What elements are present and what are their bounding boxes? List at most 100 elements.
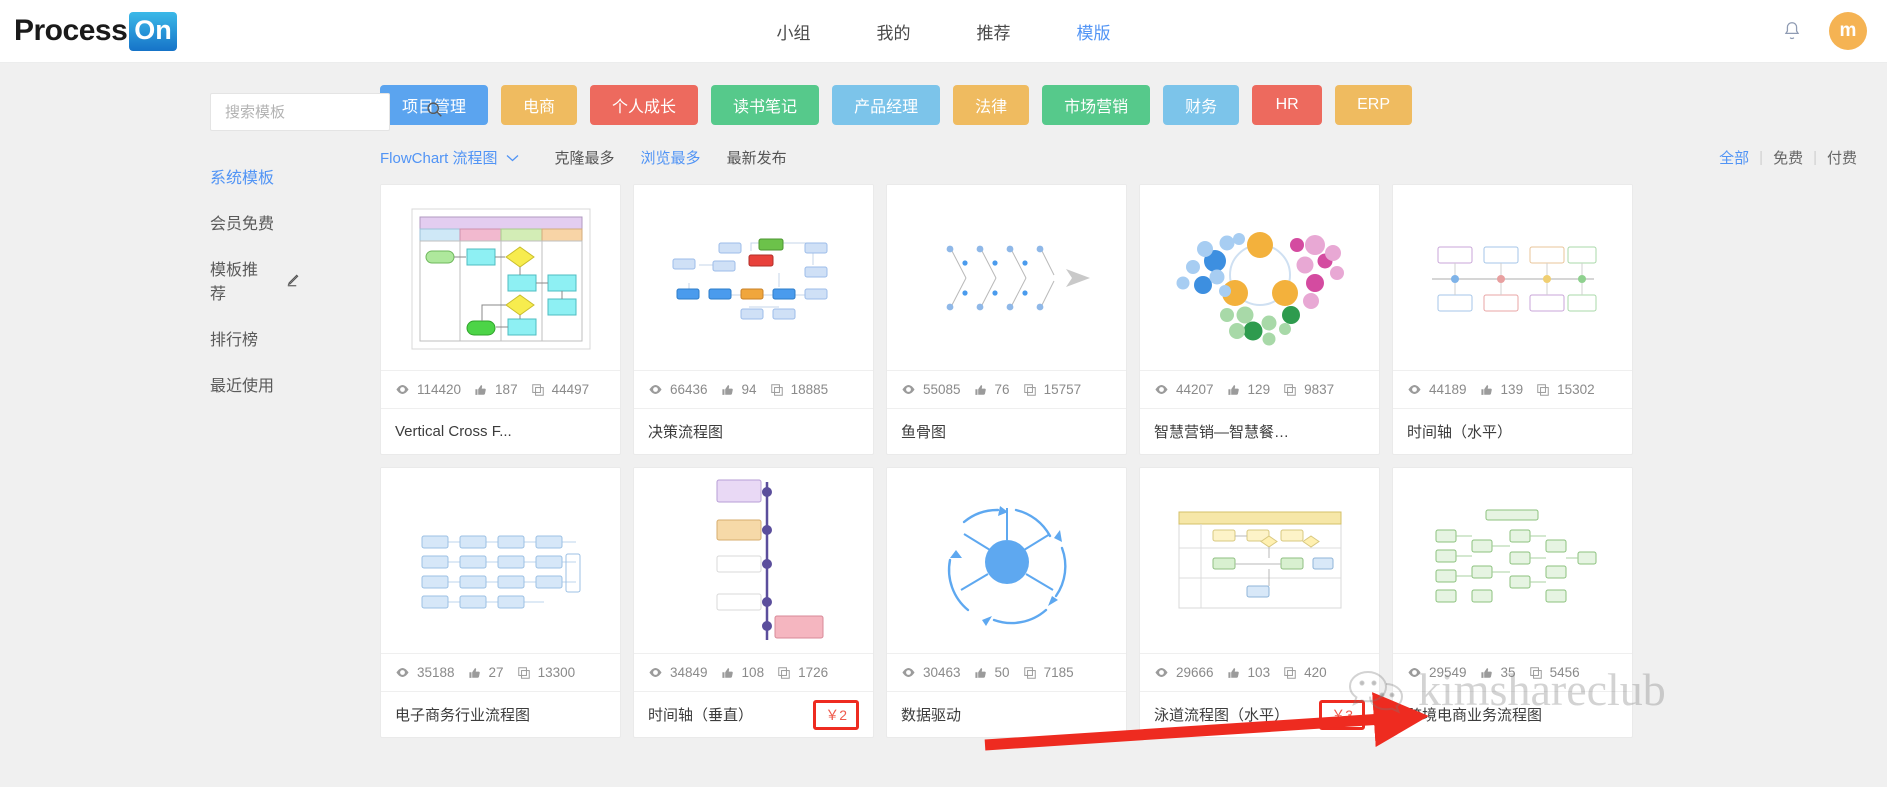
thumbs-up-icon bbox=[721, 667, 733, 678]
category-dropdown[interactable]: FlowChart 流程图 bbox=[380, 147, 519, 168]
tag-finance[interactable]: 财务 bbox=[1163, 85, 1240, 125]
category-dropdown-label: FlowChart 流程图 bbox=[380, 150, 498, 167]
sidebar-item-label: 会员免费 bbox=[210, 216, 275, 233]
template-title: 时间轴（垂直） bbox=[648, 707, 754, 724]
sort-most-cloned[interactable]: 克隆最多 bbox=[555, 147, 615, 168]
views-count: 34849 bbox=[670, 665, 708, 680]
thumbs-up-icon bbox=[475, 384, 486, 395]
template-card[interactable]: 30463 50 7185 数据驱动 bbox=[886, 467, 1127, 738]
template-stats: 30463 50 7185 bbox=[887, 653, 1126, 691]
tag-hr[interactable]: HR bbox=[1252, 85, 1323, 125]
template-title-row: 数据驱动 bbox=[887, 691, 1126, 737]
template-card[interactable]: 55085 76 15757 鱼骨图 bbox=[886, 184, 1127, 455]
template-thumbnail bbox=[1393, 185, 1632, 370]
copy-icon bbox=[1284, 383, 1296, 396]
logo[interactable]: Process On bbox=[14, 11, 177, 51]
copy-icon bbox=[778, 666, 790, 679]
nav-item-mine[interactable]: 我的 bbox=[877, 19, 911, 44]
views-count: 66436 bbox=[670, 382, 708, 397]
eye-icon bbox=[1155, 385, 1168, 394]
watermark-text: kimshareclub bbox=[1418, 664, 1666, 715]
pencil-icon[interactable] bbox=[285, 273, 300, 288]
clones-count: 7185 bbox=[1043, 665, 1074, 680]
nav-item-group[interactable]: 小组 bbox=[777, 19, 811, 44]
nav-item-recommend[interactable]: 推荐 bbox=[977, 19, 1011, 44]
sidebar: 系统模板 会员免费 模板推荐 排行榜 最近使用 bbox=[0, 63, 442, 787]
template-thumbnail bbox=[887, 468, 1126, 653]
template-card[interactable]: 114420 187 44497 Vertical Cross F... bbox=[380, 184, 621, 455]
template-grid: 114420 187 44497 Vertical Cross F... 664… bbox=[380, 184, 1867, 738]
bell-icon[interactable] bbox=[1781, 19, 1803, 43]
sort-options: 克隆最多 浏览最多 最新发布 bbox=[555, 147, 787, 168]
copy-icon bbox=[1537, 383, 1549, 396]
sidebar-item-ranking[interactable]: 排行榜 bbox=[210, 315, 300, 361]
header-actions: m bbox=[1781, 0, 1867, 62]
copy-icon bbox=[517, 666, 530, 679]
app-header: Process On 小组 我的 推荐 模版 m bbox=[0, 0, 1887, 63]
views-count: 29666 bbox=[1176, 665, 1214, 680]
price-filter-all[interactable]: 全部 bbox=[1709, 147, 1759, 168]
template-title-row: Vertical Cross F... bbox=[381, 408, 620, 454]
watermark: kimshareclub bbox=[1346, 663, 1666, 716]
tag-marketing[interactable]: 市场营销 bbox=[1042, 85, 1151, 125]
sidebar-item-template-recommend[interactable]: 模板推荐 bbox=[210, 245, 300, 315]
template-thumbnail bbox=[887, 185, 1126, 370]
template-stats: 44189 139 15302 bbox=[1393, 370, 1632, 408]
sidebar-item-recent[interactable]: 最近使用 bbox=[210, 361, 300, 407]
sidebar-item-system-templates[interactable]: 系统模板 bbox=[210, 153, 300, 199]
template-thumbnail bbox=[634, 468, 873, 653]
tag-reading-notes[interactable]: 读书笔记 bbox=[711, 85, 820, 125]
search-input[interactable] bbox=[223, 102, 426, 122]
clones-count: 13300 bbox=[537, 665, 576, 680]
template-stats: 29666 103 420 bbox=[1140, 653, 1379, 691]
sidebar-item-label: 最近使用 bbox=[210, 378, 275, 395]
clones-count: 420 bbox=[1304, 665, 1327, 680]
thumbs-up-icon bbox=[974, 384, 986, 395]
clones-count: 44497 bbox=[551, 382, 590, 397]
template-title-row: 电子商务行业流程图 bbox=[381, 691, 620, 737]
template-card[interactable]: 66436 94 18885 决策流程图 bbox=[633, 184, 874, 455]
likes-count: 129 bbox=[1247, 382, 1271, 397]
template-title-row: 决策流程图 bbox=[634, 408, 873, 454]
template-card[interactable]: 44207 129 9837 智慧营销—智慧餐… bbox=[1139, 184, 1380, 455]
views-count: 44189 bbox=[1429, 382, 1467, 397]
sidebar-item-member-free[interactable]: 会员免费 bbox=[210, 199, 300, 245]
template-stats: 66436 94 18885 bbox=[634, 370, 873, 408]
chevron-down-icon[interactable] bbox=[506, 154, 519, 162]
sort-newest[interactable]: 最新发布 bbox=[727, 147, 787, 168]
search-icon[interactable] bbox=[426, 101, 443, 123]
clones-count: 18885 bbox=[790, 382, 829, 397]
sidebar-menu: 系统模板 会员免费 模板推荐 排行榜 最近使用 bbox=[210, 153, 300, 407]
sidebar-item-label: 排行榜 bbox=[210, 332, 259, 349]
copy-icon bbox=[770, 383, 783, 396]
template-title-row: 智慧营销—智慧餐… bbox=[1140, 408, 1379, 454]
template-stats: 44207 129 9837 bbox=[1140, 370, 1379, 408]
avatar[interactable]: m bbox=[1829, 12, 1867, 50]
template-card[interactable]: 34849 108 1726 时间轴（垂直） ￥2 bbox=[633, 467, 874, 738]
sort-most-viewed[interactable]: 浏览最多 bbox=[641, 147, 701, 168]
clones-count: 15757 bbox=[1043, 382, 1082, 397]
likes-count: 187 bbox=[495, 382, 518, 397]
tag-personal-growth[interactable]: 个人成长 bbox=[590, 85, 699, 125]
template-card[interactable]: 29666 103 420 泳道流程图（水平） ￥3 bbox=[1139, 467, 1380, 738]
template-title: 决策流程图 bbox=[648, 424, 724, 441]
eye-icon bbox=[1408, 385, 1421, 394]
tag-product-manager[interactable]: 产品经理 bbox=[832, 85, 941, 125]
tag-erp[interactable]: ERP bbox=[1335, 85, 1413, 125]
template-card[interactable]: 35188 27 13300 电子商务行业流程图 bbox=[380, 467, 621, 738]
likes-count: 50 bbox=[994, 665, 1010, 680]
price-filter-free[interactable]: 免费 bbox=[1763, 147, 1813, 168]
tag-ecommerce[interactable]: 电商 bbox=[501, 85, 578, 125]
price-filter-paid[interactable]: 付费 bbox=[1817, 147, 1867, 168]
search-box[interactable] bbox=[210, 93, 442, 131]
template-card[interactable]: 44189 139 15302 时间轴（水平） bbox=[1392, 184, 1633, 455]
tag-law[interactable]: 法律 bbox=[953, 85, 1030, 125]
template-title-row: 时间轴（垂直） ￥2 bbox=[634, 691, 873, 737]
template-title-row: 泳道流程图（水平） ￥3 bbox=[1140, 691, 1379, 737]
eye-icon bbox=[396, 385, 409, 394]
template-thumbnail bbox=[381, 468, 620, 653]
template-thumbnail bbox=[634, 185, 873, 370]
nav-item-templates[interactable]: 模版 bbox=[1077, 19, 1111, 44]
template-stats: 35188 27 13300 bbox=[381, 653, 620, 691]
eye-icon bbox=[649, 668, 662, 677]
